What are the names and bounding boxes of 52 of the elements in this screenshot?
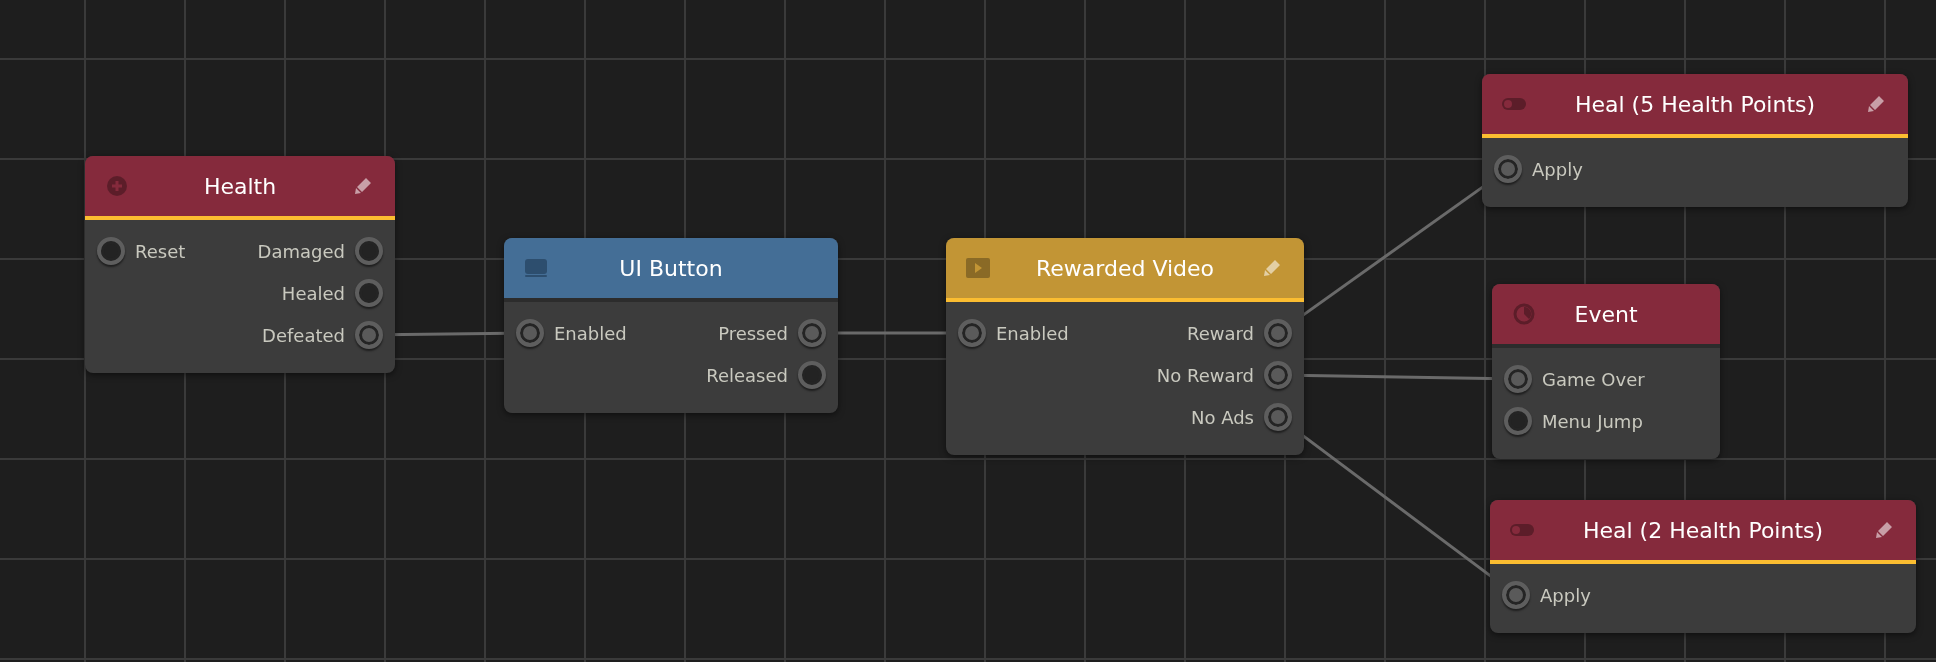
node-title: Heal (5 Health Points): [1573, 91, 1817, 117]
toggle-icon: [1502, 98, 1526, 110]
node-title: Rewarded Video: [1034, 255, 1216, 281]
clock-icon: [1513, 303, 1535, 325]
port-label: Apply: [1540, 584, 1591, 606]
port-label: Reset: [135, 240, 186, 262]
node-card[interactable]: Heal (2 Health Points) Apply: [1490, 500, 1916, 633]
node-title: Heal (2 Health Points): [1581, 517, 1825, 543]
port-label: Reward: [1186, 322, 1254, 344]
port-label: Apply: [1532, 158, 1583, 180]
input-port[interactable]: [97, 237, 125, 265]
port-label: Released: [706, 364, 788, 386]
input-port[interactable]: [1494, 155, 1522, 183]
pencil-icon[interactable]: [1874, 520, 1894, 540]
port-label: No Ads: [1191, 406, 1254, 428]
node-title: UI Button: [618, 255, 724, 281]
input-port[interactable]: [1504, 407, 1532, 435]
node-title: Event: [1573, 301, 1639, 327]
output-port[interactable]: [1264, 403, 1292, 431]
port-label: Defeated: [262, 324, 345, 346]
output-port[interactable]: [1264, 319, 1292, 347]
port-label: Healed: [281, 282, 345, 304]
output-port[interactable]: [1264, 361, 1292, 389]
input-port[interactable]: [1502, 581, 1530, 609]
node-card[interactable]: Rewarded Video Enabled Reward No Reward No Ads: [946, 238, 1304, 455]
play-icon: [966, 258, 990, 278]
port-label: Pressed: [718, 322, 788, 344]
node-card[interactable]: Health Reset Damaged Healed Defeated: [85, 156, 395, 373]
button-icon: [524, 258, 548, 278]
pencil-icon[interactable]: [1262, 258, 1282, 278]
toggle-icon: [1510, 524, 1534, 536]
input-port[interactable]: [958, 319, 986, 347]
port-label: Damaged: [257, 240, 345, 262]
port-label: No Reward: [1156, 364, 1254, 386]
port-label: Game Over: [1542, 368, 1645, 390]
pencil-icon[interactable]: [353, 176, 373, 196]
output-port[interactable]: [355, 279, 383, 307]
output-port[interactable]: [798, 319, 826, 347]
input-port[interactable]: [516, 319, 544, 347]
port-label: Enabled: [996, 322, 1069, 344]
port-label: Enabled: [554, 322, 627, 344]
output-port[interactable]: [798, 361, 826, 389]
input-port[interactable]: [1504, 365, 1532, 393]
node-title: Health: [202, 173, 278, 199]
output-port[interactable]: [355, 237, 383, 265]
node-card[interactable]: UI Button Enabled Pressed Released: [504, 238, 838, 413]
port-label: Menu Jump: [1542, 410, 1643, 432]
plus-circle-icon: [106, 175, 128, 197]
node-card[interactable]: Heal (5 Health Points) Apply: [1482, 74, 1908, 207]
pencil-icon[interactable]: [1866, 94, 1886, 114]
output-port[interactable]: [355, 321, 383, 349]
node-card[interactable]: Event Game Over Menu Jump: [1492, 284, 1720, 459]
